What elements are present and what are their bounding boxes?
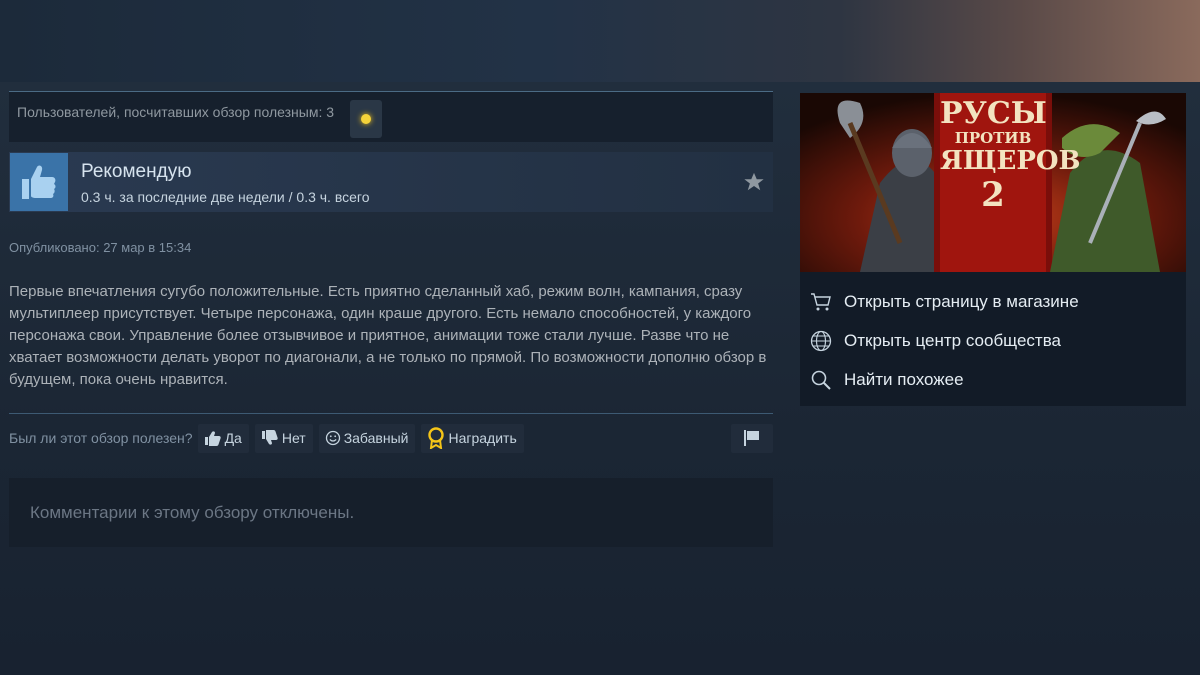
vote-funny-label: Забавный xyxy=(343,430,409,446)
award-badge[interactable] xyxy=(350,100,383,138)
flag-icon xyxy=(744,430,759,446)
find-similar-label: Найти похожее xyxy=(844,369,964,389)
star-icon[interactable] xyxy=(743,171,765,193)
vote-funny-button[interactable]: Забавный xyxy=(318,423,416,453)
helpful-bar: Пользователей, посчитавших обзор полезны… xyxy=(9,91,773,142)
award-button[interactable]: Наградить xyxy=(421,423,524,453)
divider xyxy=(9,413,773,414)
playtime-hours: 0.3 ч. за последние две недели / 0.3 ч. … xyxy=(81,188,370,205)
recommendation-header: Рекомендую 0.3 ч. за последние две недел… xyxy=(9,152,773,212)
vote-row: Был ли этот обзор полезен? Да Нет Забавн… xyxy=(9,423,773,453)
store-page-link[interactable]: Открыть страницу в магазине xyxy=(800,282,1186,321)
vote-no-label: Нет xyxy=(281,430,306,446)
report-flag-button[interactable] xyxy=(731,423,773,453)
game-capsule-image[interactable]: РУСЫ ПРОТИВ ЯЩЕРОВ 2 xyxy=(800,93,1186,272)
store-page-label: Открыть страницу в магазине xyxy=(844,291,1079,311)
thumbs-up-icon xyxy=(204,431,221,446)
community-hub-link[interactable]: Открыть центр сообщества xyxy=(800,321,1186,360)
posted-date: Опубликовано: 27 мар в 15:34 xyxy=(9,240,192,255)
search-icon xyxy=(809,368,833,392)
comments-disabled-notice: Комментарии к этому обзору отключены. xyxy=(9,478,773,547)
review-text: Первые впечатления сугубо положительные.… xyxy=(9,283,767,388)
vote-no-button[interactable]: Нет xyxy=(254,423,313,453)
review-column: Пользователей, посчитавших обзор полезны… xyxy=(9,91,773,547)
award-label: Наградить xyxy=(448,430,517,446)
helpful-count-text: Пользователей, посчитавших обзор полезны… xyxy=(17,104,335,120)
award-glow-icon xyxy=(361,114,372,124)
top-banner xyxy=(0,0,1200,82)
vote-yes-label: Да xyxy=(224,430,242,446)
cart-icon xyxy=(809,290,833,314)
thumbs-up-icon xyxy=(10,153,68,211)
game-sidebar: РУСЫ ПРОТИВ ЯЩЕРОВ 2 Открыть страницу в … xyxy=(800,93,1186,406)
award-ribbon-icon xyxy=(428,427,445,449)
capsule-title-line2: ПРОТИВ xyxy=(954,129,1032,147)
capsule-title-line3: ЯЩЕРОВ xyxy=(940,146,1081,176)
capsule-title-line1: РУСЫ xyxy=(940,96,1047,131)
find-similar-link[interactable]: Найти похожее xyxy=(800,360,1186,399)
recommendation-title: Рекомендую xyxy=(81,160,192,182)
capsule-title-line4: 2 xyxy=(981,175,1005,215)
thumbs-down-icon xyxy=(261,430,278,445)
vote-yes-button[interactable]: Да xyxy=(197,423,249,453)
smiley-icon xyxy=(325,430,340,446)
vote-question: Был ли этот обзор полезен? xyxy=(9,430,193,446)
globe-icon xyxy=(809,329,833,353)
community-hub-label: Открыть центр сообщества xyxy=(844,330,1062,350)
